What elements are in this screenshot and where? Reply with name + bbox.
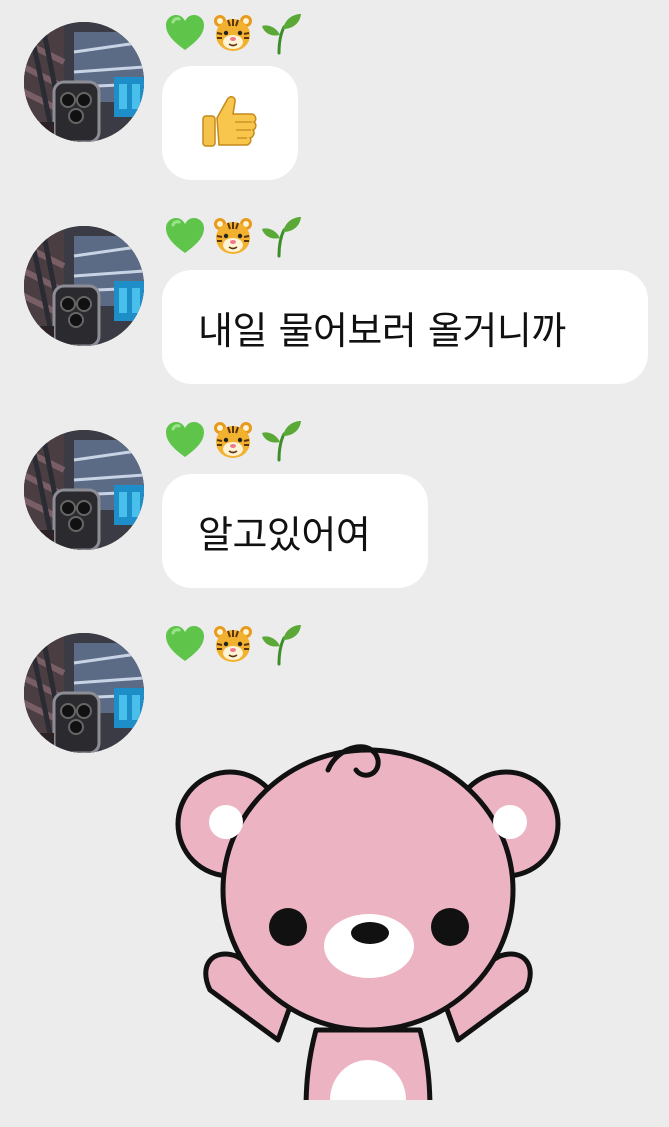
message-text: 내일 물어보러 올거니까 (198, 308, 566, 353)
seedling-icon (259, 11, 303, 55)
avatar[interactable] (24, 430, 144, 550)
tiger-face-icon (211, 214, 255, 258)
sender-nickname (163, 212, 303, 260)
pink-bear-waving-sticker[interactable] (168, 740, 568, 1100)
green-heart-icon (163, 11, 207, 55)
green-heart-icon (163, 622, 207, 666)
green-heart-icon (163, 214, 207, 258)
seedling-icon (259, 214, 303, 258)
avatar-image (24, 226, 144, 346)
message-bubble[interactable] (162, 66, 298, 180)
avatar-image (24, 430, 144, 550)
green-heart-icon (163, 418, 207, 462)
thumbs-up-icon (199, 90, 261, 156)
avatar-image (24, 633, 144, 753)
avatar-image (24, 22, 144, 142)
sender-nickname (163, 9, 303, 57)
message-text: 알고있어여 (198, 512, 371, 557)
tiger-face-icon (211, 418, 255, 462)
avatar[interactable] (24, 22, 144, 142)
message-bubble[interactable]: 알고있어여 (162, 474, 428, 588)
sender-nickname (163, 416, 303, 464)
tiger-face-icon (211, 622, 255, 666)
tiger-face-icon (211, 11, 255, 55)
avatar[interactable] (24, 226, 144, 346)
message-bubble[interactable]: 내일 물어보러 올거니까 (162, 270, 648, 384)
seedling-icon (259, 418, 303, 462)
seedling-icon (259, 622, 303, 666)
sender-nickname (163, 620, 303, 668)
avatar[interactable] (24, 633, 144, 753)
